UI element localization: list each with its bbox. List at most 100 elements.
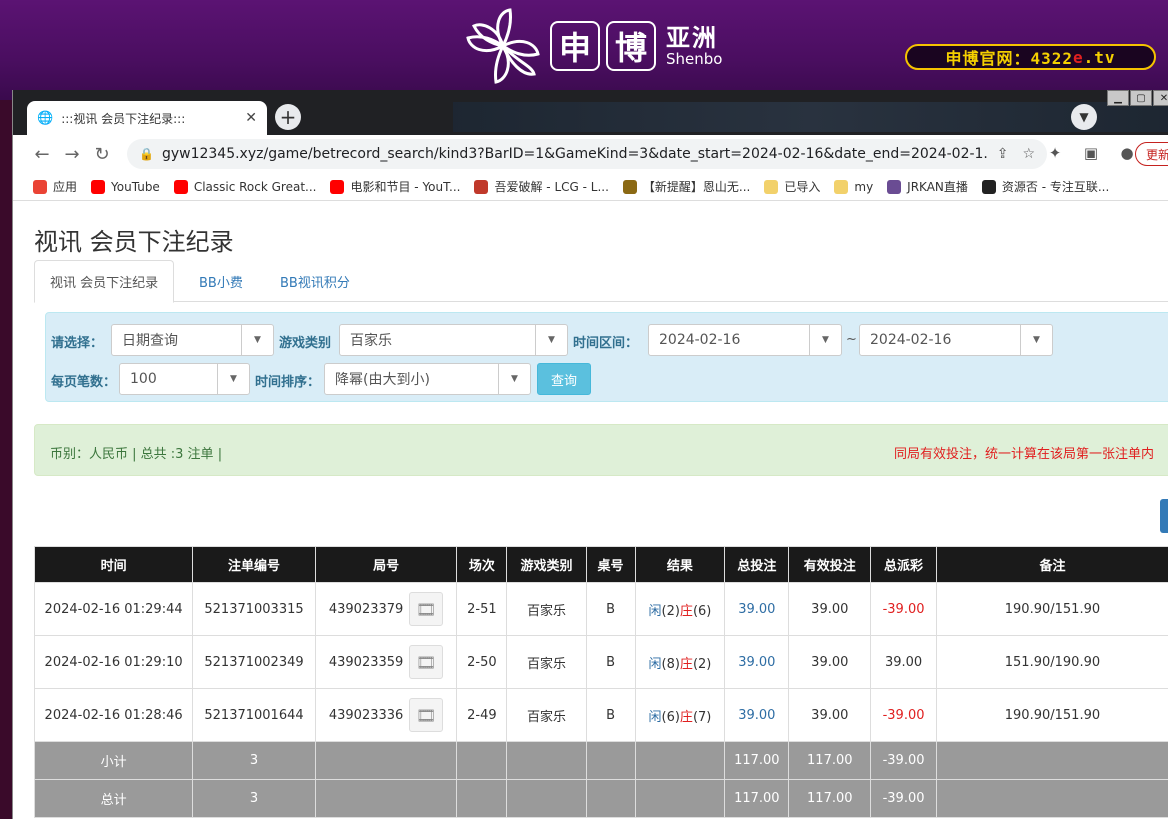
bookmark-item[interactable]: my — [834, 179, 874, 194]
tab-bb-tips[interactable]: BB小费 — [184, 260, 258, 302]
subtotal-row: 小计 3 117.00 117.00 -39.00 — [33, 741, 1168, 780]
sum-payout-cell: -39.00 — [870, 779, 937, 818]
column-header: 注单编号 — [192, 546, 316, 583]
side-button[interactable] — [1160, 499, 1168, 533]
bookmark-label: my — [854, 179, 874, 194]
date-end-select[interactable]: 2024-02-16 ▼ — [859, 324, 1053, 356]
window-controls: ▁ ▢ ✕ — [1107, 90, 1168, 106]
total-bet-cell: 39.00 — [724, 688, 790, 742]
table-header-row: 时间 注单编号 局号 场次 游戏类别 桌号 结果 总投注 有效投注 总派彩 备注 — [33, 546, 1168, 583]
column-header: 备注 — [935, 546, 1168, 583]
bookmark-item[interactable]: 已导入 — [764, 178, 820, 195]
bookmark-favicon-icon — [764, 179, 779, 194]
bookmark-label: 已导入 — [784, 180, 821, 194]
empty-cell — [585, 741, 636, 780]
game-no-cell: 2-49 — [456, 688, 508, 742]
table-no-cell: B — [585, 635, 636, 689]
game-type-cell: 百家乐 — [506, 582, 587, 636]
video-replay-icon[interactable]: 🎞 — [409, 698, 444, 732]
official-site-badge[interactable]: 申博官网：4322 e .tv — [905, 44, 1156, 70]
bookmark-item[interactable]: Classic Rock Great... — [173, 179, 316, 194]
bookmark-item[interactable]: 电影和节目 - YouT... — [330, 178, 460, 195]
column-header: 时间 — [33, 546, 194, 583]
bet-no-cell: 521371001644 — [192, 688, 316, 742]
bookmark-favicon-icon — [173, 179, 188, 194]
bookmark-item[interactable]: 吾爱破解 - LCG - L... — [474, 178, 609, 195]
sort-select[interactable]: 降幂(由大到小) ▼ — [324, 363, 531, 395]
reload-button[interactable]: ↻ — [87, 139, 117, 169]
total-bet-cell: 39.00 — [724, 635, 790, 689]
globe-icon: 🌐 — [37, 110, 54, 126]
close-icon[interactable]: ✕ — [245, 110, 257, 126]
chevron-down-icon: ▼ — [535, 325, 567, 355]
browser-toolbar: ← → ↻ 🔒 gyw12345.xyz/game/betrecord_sear… — [13, 135, 1168, 173]
address-bar[interactable]: 🔒 gyw12345.xyz/game/betrecord_search/kin… — [127, 139, 1047, 169]
browser-tab[interactable]: 🌐 :::视讯 会员下注纪录::: ✕ — [27, 101, 267, 135]
update-button[interactable]: 更新 — [1135, 142, 1168, 166]
video-replay-icon[interactable]: 🎞 — [409, 645, 444, 679]
column-header: 游戏类别 — [506, 546, 587, 583]
bookmark-label: 应用 — [53, 180, 78, 194]
time-range-label: 时间区间： — [573, 336, 639, 351]
empty-cell — [314, 779, 458, 818]
page-content: 视讯 会员下注纪录 视讯 会员下注纪录 BB小费 BB视讯积分 请选择： 日期查… — [13, 202, 1168, 819]
extensions-icon[interactable]: ✦ — [1043, 141, 1067, 165]
empty-cell — [634, 779, 726, 818]
summary-bar: 币别：人民币 | 总共 :3 注单 | 同局有效投注，统一计算在该局第一张注单内 — [34, 424, 1168, 476]
bet-time-cell: 2024-02-16 01:29:44 — [33, 582, 194, 636]
game-type-select[interactable]: 百家乐 ▼ — [339, 324, 568, 356]
tab-bb-points[interactable]: BB视讯积分 — [265, 260, 365, 302]
bookmark-favicon-icon — [887, 179, 902, 194]
bookmark-label: YouTube — [111, 179, 160, 194]
bookmark-item[interactable]: 【新提醒】恩山无... — [622, 178, 751, 195]
forward-button[interactable]: → — [57, 139, 87, 169]
bookmark-favicon-icon — [474, 179, 489, 194]
bookmark-item[interactable]: 资源否 - 专注互联... — [981, 178, 1110, 195]
chevron-down-icon: ▼ — [217, 364, 249, 394]
query-type-select[interactable]: 日期查询 ▼ — [111, 324, 274, 356]
sum-label-cell: 小计 — [33, 741, 194, 780]
sum-total-bet-cell: 117.00 — [724, 779, 790, 818]
bet-time-cell: 2024-02-16 01:28:46 — [33, 688, 194, 742]
query-button[interactable]: 查询 — [537, 363, 591, 395]
chevron-down-icon: ▼ — [241, 325, 273, 355]
window-close-button[interactable]: ✕ — [1153, 90, 1168, 106]
game-type-cell: 百家乐 — [506, 635, 587, 689]
share-icon[interactable]: ⇪ — [997, 146, 1009, 162]
bookmark-item[interactable]: YouTube — [91, 179, 160, 194]
video-replay-icon[interactable]: 🎞 — [409, 592, 444, 626]
per-page-label: 每页笔数： — [51, 375, 117, 390]
result-part: 闲 — [648, 603, 662, 619]
game-type-label: 游戏类别 — [279, 336, 332, 351]
sidepanel-icon[interactable]: ▣ — [1079, 141, 1103, 165]
tab-bet-records[interactable]: 视讯 会员下注纪录 — [34, 260, 175, 303]
column-header: 场次 — [456, 546, 508, 583]
sum-payout-cell: -39.00 — [870, 741, 937, 780]
sort-label: 时间排序： — [255, 375, 321, 390]
column-header: 局号 — [314, 546, 458, 583]
url-text[interactable]: gyw12345.xyz/game/betrecord_search/kind3… — [162, 146, 989, 162]
bookmarks-bar: 应用 YouTube Classic Rock Great... 电影和节目 - Yo… — [13, 173, 1168, 201]
maximize-button[interactable]: ▢ — [1130, 90, 1152, 106]
bookmark-star-icon[interactable]: ☆ — [1022, 146, 1035, 162]
round-cell: 439023336 🎞 — [314, 688, 458, 742]
bookmark-label: 资源否 - 专注互联... — [1001, 180, 1110, 194]
tilde: ~ — [846, 332, 857, 347]
result-part: (2) — [692, 656, 712, 672]
bookmark-label: 【新提醒】恩山无... — [642, 180, 751, 194]
minimize-button[interactable]: ▁ — [1107, 90, 1129, 106]
bookmark-item[interactable]: JRKAN直播 — [887, 178, 968, 195]
chevron-down-icon: ▼ — [809, 325, 841, 355]
table-row: 2024-02-16 01:28:46 521371001644 439023336… — [33, 688, 1168, 742]
bookmark-label: 电影和节目 - YouT... — [350, 180, 461, 194]
back-button[interactable]: ← — [27, 139, 57, 169]
total-bet-cell: 39.00 — [724, 582, 790, 636]
per-page-select[interactable]: 100 ▼ — [119, 363, 250, 395]
date-start-select[interactable]: 2024-02-16 ▼ — [648, 324, 842, 356]
lock-icon[interactable]: 🔒 — [139, 147, 154, 161]
empty-cell — [585, 779, 636, 818]
bookmark-item[interactable]: 应用 — [33, 178, 77, 195]
tab-bar: 🌐 :::视讯 会员下注纪录::: ✕ + ▼ ▁ ▢ ✕ — [13, 90, 1168, 135]
new-tab-button[interactable]: + — [275, 104, 301, 130]
chevron-down-icon[interactable]: ▼ — [1071, 104, 1097, 130]
